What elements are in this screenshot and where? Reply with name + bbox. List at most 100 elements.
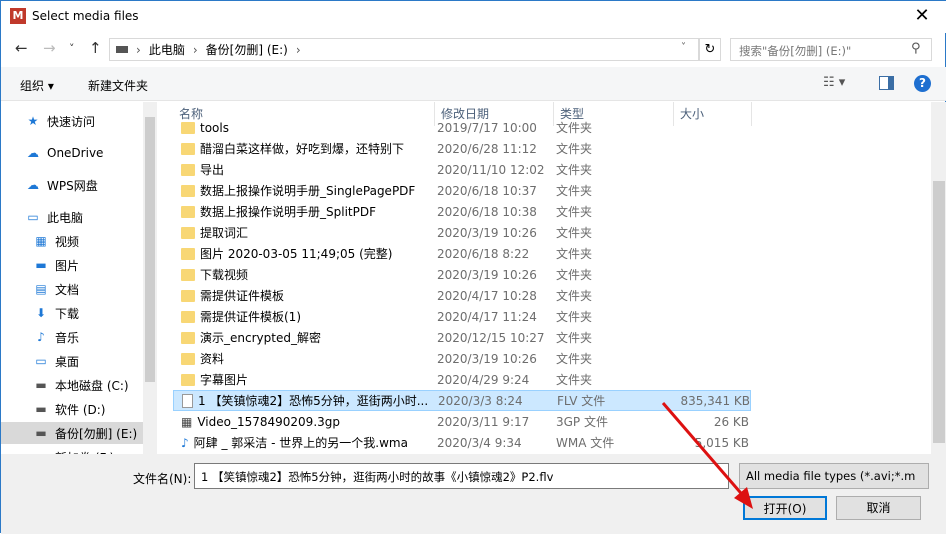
file-row[interactable]: 需提供证件模板 2020/4/17 10:28 文件夹: [173, 285, 751, 306]
file-type: 文件夹: [556, 331, 593, 345]
file-name: 演示_encrypted_解密: [200, 331, 321, 345]
help-icon[interactable]: ?: [914, 75, 931, 92]
sidebar-item[interactable]: ☁ OneDrive: [1, 142, 143, 164]
file-row[interactable]: 字幕图片 2020/4/29 9:24 文件夹: [173, 369, 751, 390]
file-date: 2020/4/17 11:24: [437, 309, 537, 324]
sidebar-item[interactable]: ☁ WPS网盘: [1, 174, 143, 196]
download-icon: ⬇: [35, 306, 47, 320]
sidebar-item[interactable]: ▦ 视频: [1, 230, 143, 252]
file-name: 1 【笑镇惊魂2】恐怖5分钟，逛街两小时...: [198, 394, 429, 408]
file-date: 2020/3/3 8:24: [438, 393, 523, 408]
sidebar-item[interactable]: ▬ 软件 (D:): [1, 398, 143, 420]
file-name: 需提供证件模板: [200, 289, 285, 303]
sidebar-item[interactable]: ♪ 音乐: [1, 326, 143, 348]
file-size: 835,341 KB: [680, 393, 750, 408]
file-date: 2020/6/18 8:22: [437, 246, 530, 261]
folder-icon: [181, 310, 195, 323]
file-date: 2020/3/19 10:26: [437, 267, 537, 282]
cancel-button[interactable]: 取消: [836, 496, 921, 520]
file-row[interactable]: 1 【笑镇惊魂2】恐怖5分钟，逛街两小时... 2020/3/3 8:24 FLV …: [173, 390, 751, 411]
file-date: 2020/6/28 11:12: [437, 141, 537, 156]
file-row[interactable]: 需提供证件模板(1) 2020/4/17 11:24 文件夹: [173, 306, 751, 327]
sidebar-item[interactable]: ⬇ 下载: [1, 302, 143, 324]
address-bar[interactable]: › 此电脑 › 备份[勿删] (E:) ›: [109, 38, 699, 61]
file-name: 数据上报操作说明手册_SinglePagePDF: [200, 184, 416, 198]
file-row[interactable]: 数据上报操作说明手册_SinglePagePDF 2020/6/18 10:37 文…: [173, 180, 751, 201]
preview-pane-icon[interactable]: [879, 76, 894, 90]
video-icon: ▦: [35, 234, 47, 248]
folder-icon: [181, 289, 195, 302]
view-options-icon[interactable]: ☷ ▾: [823, 75, 845, 90]
forward-button[interactable]: →: [43, 39, 56, 57]
filename-label: 文件名(N):: [133, 472, 192, 486]
sidebar-item-label: WPS网盘: [47, 178, 98, 193]
sidebar-item[interactable]: ▬ 本地磁盘 (C:): [1, 374, 143, 396]
sidebar-item-label: 文档: [55, 282, 80, 297]
drive-icon: ▬: [35, 378, 47, 392]
file-name: Video_1578490209.3gp: [197, 414, 340, 429]
sidebar-item-label: 备份[勿删] (E:): [55, 426, 138, 441]
sidebar-item-label: 音乐: [55, 330, 80, 345]
sidebar-item[interactable]: ▭ 此电脑: [1, 206, 143, 228]
file-size: 26 KB: [713, 414, 749, 429]
file-date: 2020/6/18 10:37: [437, 183, 537, 198]
navigation-pane: ★ 快速访问 ☁ OneDrive ☁ WPS网盘 ▭ 此电脑 ▦ 视频 ▬ 图片 ▤ 文档 ⬇ 下载 ♪ 音乐 ▭…: [1, 102, 143, 454]
file-row[interactable]: 提取词汇 2020/3/19 10:26 文件夹: [173, 222, 751, 243]
file-row[interactable]: 醋溜白菜这样做，好吃到爆，还特别下 2020/6/28 11:12 文件夹: [173, 138, 751, 159]
file-row[interactable]: 图片 2020-03-05 11;49;05 (完整) 2020/6/18 8:2…: [173, 243, 751, 264]
file-row[interactable]: ♪ 阿肆 _ 郭采洁 - 世界上的另一个我.wma 2020/3/4 9:34 WMA…: [173, 432, 751, 453]
sidebar-item[interactable]: ▬ 图片: [1, 254, 143, 276]
file-type: 文件夹: [556, 268, 593, 282]
back-button[interactable]: ←: [15, 39, 28, 57]
address-dropdown-icon[interactable]: ˅: [681, 42, 686, 53]
file-date: 2020/12/15 10:27: [437, 330, 545, 345]
close-button[interactable]: ✕: [907, 3, 937, 29]
drive-icon: ▬: [35, 426, 47, 440]
drive-icon: [116, 46, 128, 53]
file-row[interactable]: 导出 2020/11/10 12:02 文件夹: [173, 159, 751, 180]
file-date: 2020/3/4 9:34: [437, 435, 522, 450]
file-row[interactable]: 演示_encrypted_解密 2020/12/15 10:27 文件夹: [173, 327, 751, 348]
file-size: 5,015 KB: [694, 435, 749, 450]
sidebar-item[interactable]: ▤ 文档: [1, 278, 143, 300]
open-button[interactable]: 打开(O): [743, 496, 827, 520]
sidebar-scrollbar-thumb[interactable]: [145, 117, 155, 382]
file-row[interactable]: 资料 2020/3/19 10:26 文件夹: [173, 348, 751, 369]
sidebar-item[interactable]: ▭ 桌面: [1, 350, 143, 372]
breadcrumb-this-pc[interactable]: 此电脑: [149, 41, 185, 58]
folder-icon: [181, 226, 195, 239]
search-input[interactable]: 搜索"备份[勿删] (E:)": [730, 38, 932, 61]
recent-dropdown[interactable]: ˅: [69, 42, 75, 55]
file-type: WMA 文件: [556, 436, 615, 450]
sidebar-item[interactable]: ▬ 备份[勿删] (E:): [1, 422, 143, 444]
breadcrumb-drive-e[interactable]: 备份[勿删] (E:): [206, 41, 288, 58]
sidebar-item[interactable]: ★ 快速访问: [1, 110, 143, 132]
file-name: tools: [200, 120, 229, 135]
search-icon[interactable]: ⚲: [911, 41, 921, 56]
sidebar-item[interactable]: ▬新加卷 (F:): [1, 446, 143, 454]
file-type: 3GP 文件: [556, 415, 608, 429]
file-date: 2020/3/11 9:17: [437, 414, 530, 429]
file-row[interactable]: 下载视频 2020/3/19 10:26 文件夹: [173, 264, 751, 285]
file-row[interactable]: 数据上报操作说明手册_SplitPDF 2020/6/18 10:38 文件夹: [173, 201, 751, 222]
refresh-button[interactable]: ↻: [699, 38, 721, 61]
organize-button[interactable]: 组织 ▾: [20, 77, 54, 94]
file-date: 2020/4/29 9:24: [437, 372, 530, 387]
up-button[interactable]: ↑: [89, 39, 102, 57]
folder-icon: [181, 352, 195, 365]
file-name: 需提供证件模板(1): [200, 310, 301, 324]
drive-icon: ▬: [35, 402, 47, 416]
file-icon: [182, 393, 193, 408]
file-row[interactable]: ▦ Video_1578490209.3gp 2020/3/11 9:17 3GP 文…: [173, 411, 751, 432]
file-type: FLV 文件: [557, 394, 606, 408]
new-folder-button[interactable]: 新建文件夹: [88, 77, 148, 94]
file-name: 阿肆 _ 郭采洁 - 世界上的另一个我.wma: [193, 436, 408, 450]
file-list-scrollbar-thumb[interactable]: [933, 181, 945, 443]
star-icon: ★: [27, 114, 39, 128]
file-type: 文件夹: [556, 310, 593, 324]
filename-input[interactable]: 1 【笑镇惊魂2】恐怖5分钟，逛街两小时的故事《小镇惊魂2》P2.flv: [194, 463, 729, 489]
folder-icon: [181, 121, 195, 134]
file-row[interactable]: tools 2019/7/17 10:00 文件夹: [173, 117, 751, 138]
file-type: 文件夹: [556, 163, 593, 177]
file-type-select[interactable]: All media file types (*.avi;*.m: [739, 463, 929, 489]
